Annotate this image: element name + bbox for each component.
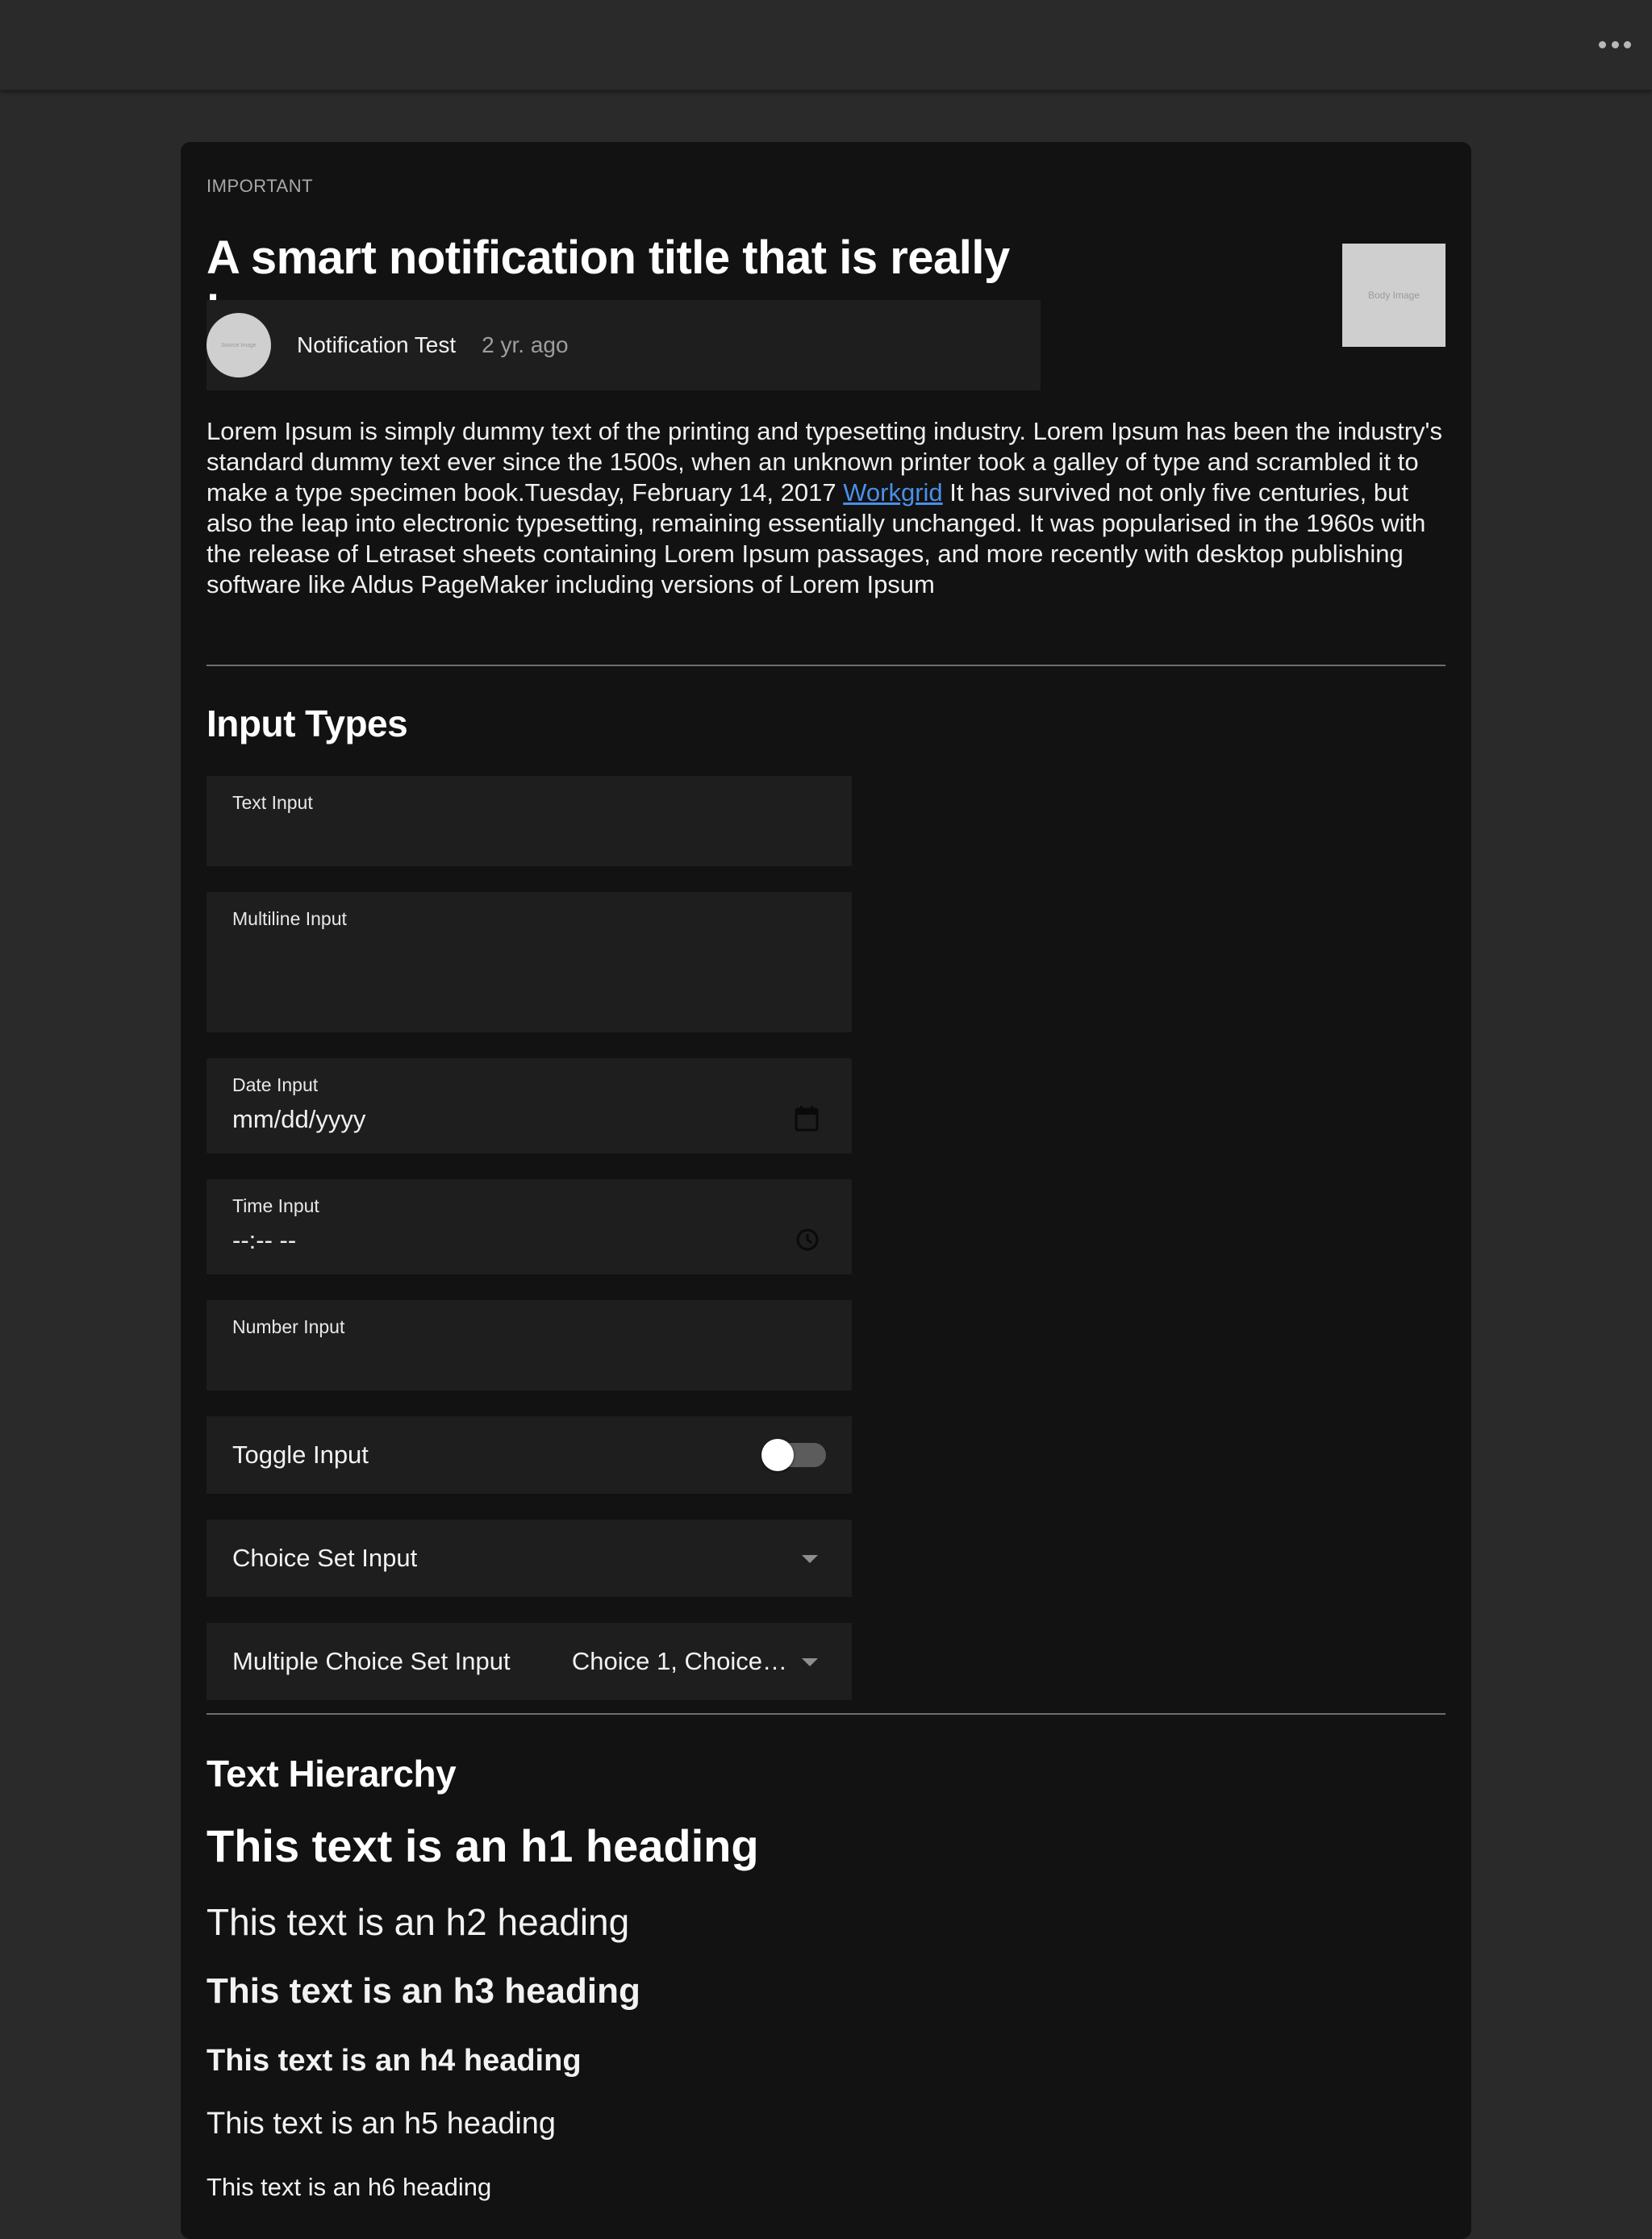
h5-heading: This text is an h5 heading [206,2107,557,2141]
toggle-input-row: Toggle Input [206,1416,852,1494]
toggle-knob [761,1439,794,1471]
priority-label: IMPORTANT [206,176,314,196]
h6-heading: This text is an h6 heading [206,2173,492,2201]
body-image: Body Image [1342,244,1446,347]
notification-body: Lorem Ipsum is simply dummy text of the … [206,416,1446,600]
number-input-field[interactable]: Number Input [206,1300,852,1391]
time-input-field[interactable]: Time Input --:-- -- [206,1179,852,1274]
h1-heading: This text is an h1 heading [206,1820,759,1871]
multiple-choice-selected-value: Choice 1, Choice… [571,1647,787,1675]
body-image-placeholder-text: Body Image [1367,290,1420,301]
time-input-label: Time Input [232,1195,319,1216]
text-hierarchy-heading: Text Hierarchy [206,1753,457,1795]
source-timestamp: 2 yr. ago [482,332,569,357]
multiple-choice-set-label: Multiple Choice Set Input [232,1647,511,1675]
choice-set-select[interactable]: Choice Set Input [206,1520,852,1597]
multiline-input-field[interactable]: Multiline Input [206,892,852,1032]
text-input-field[interactable]: Text Input [206,776,852,866]
divider [206,665,1446,666]
h2-heading: This text is an h2 heading [206,1901,630,1943]
number-input-label: Number Input [232,1316,345,1337]
date-input-placeholder: mm/dd/yyyy [232,1105,366,1133]
clock-icon[interactable] [795,1228,820,1256]
top-bar [0,0,1652,90]
h3-heading: This text is an h3 heading [206,1971,640,2011]
h4-heading: This text is an h4 heading [206,2044,582,2078]
divider [206,1713,1446,1715]
input-types-heading: Input Types [206,703,408,744]
source-name: Notification Test [297,332,457,357]
calendar-icon[interactable] [794,1105,820,1136]
date-input-field[interactable]: Date Input mm/dd/yyyy [206,1058,852,1153]
more-horizontal-icon[interactable] [1599,35,1631,53]
source-row: Source Image Notification Test 2 yr. ago [206,300,1041,390]
choice-set-label: Choice Set Input [232,1544,418,1572]
date-input-label: Date Input [232,1074,319,1095]
multiline-input-label: Multiline Input [232,908,347,929]
toggle-input-label: Toggle Input [232,1441,369,1469]
notification-card: IMPORTANT A smart notification title tha… [181,142,1471,2239]
time-input-placeholder: --:-- -- [232,1226,297,1254]
chevron-down-icon[interactable] [802,1555,818,1563]
multiple-choice-set-select[interactable]: Multiple Choice Set Input Choice 1, Choi… [206,1623,852,1700]
avatar-placeholder-text: Source Image [221,342,257,348]
workgrid-link[interactable]: Workgrid [843,478,942,507]
avatar: Source Image [206,313,271,377]
toggle-switch[interactable] [761,1439,826,1471]
chevron-down-icon[interactable] [802,1658,818,1666]
text-input-label: Text Input [232,792,313,813]
